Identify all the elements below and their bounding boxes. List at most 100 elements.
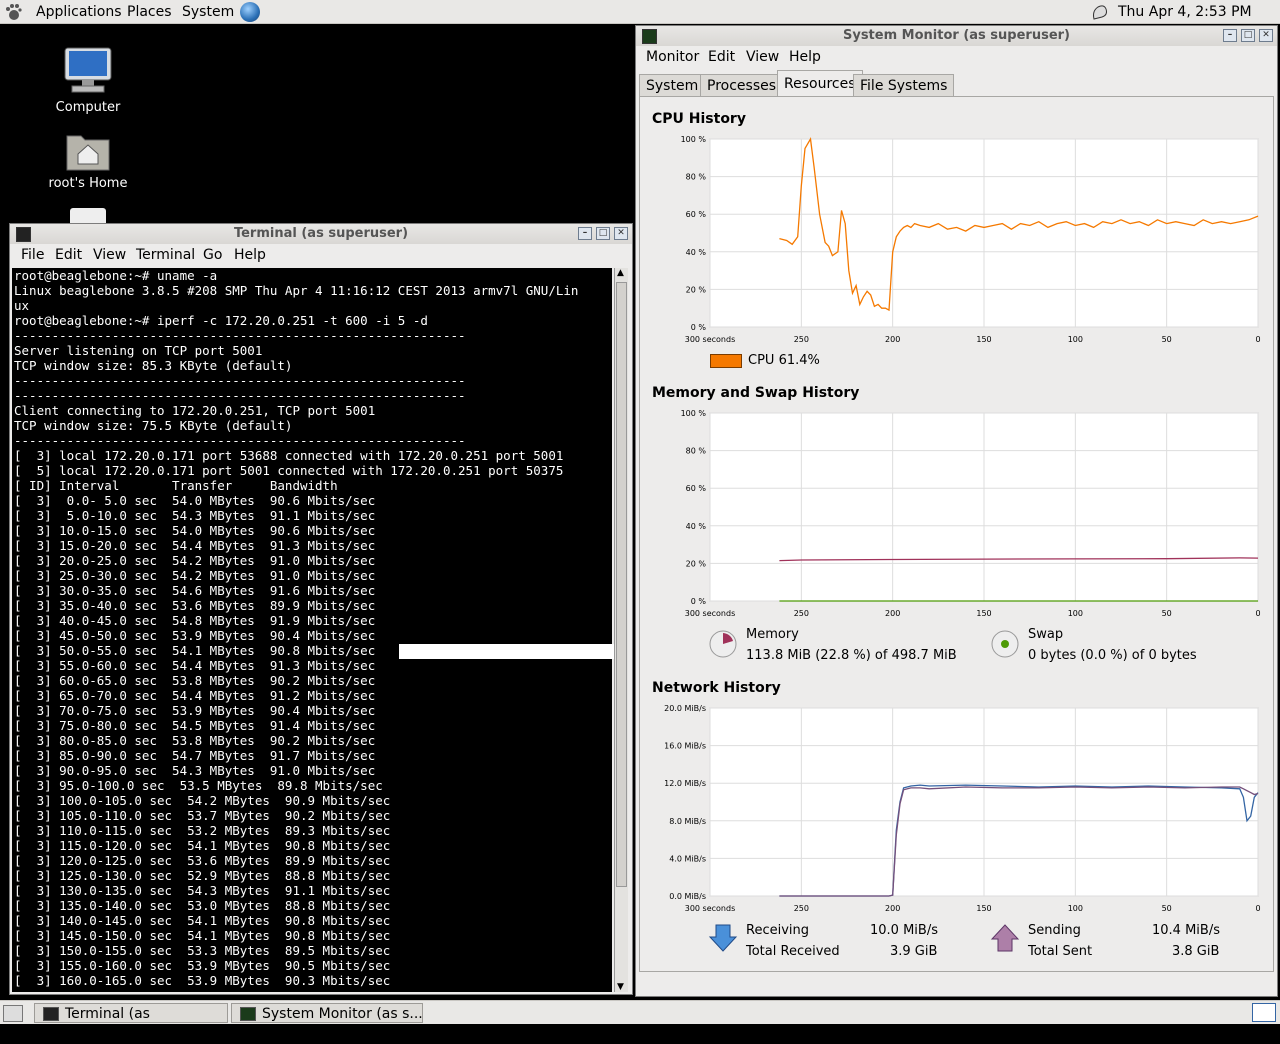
memory-label: Memory [746, 627, 799, 642]
minimize-button[interactable]: – [578, 227, 592, 240]
x-tick-label: 0 [1255, 904, 1260, 913]
desktop-icon-label: Computer [55, 100, 121, 115]
menu-places[interactable]: Places [127, 4, 172, 20]
x-tick-label: 200 [885, 609, 900, 618]
maximize-button[interactable]: □ [596, 227, 610, 240]
menu-edit[interactable]: Edit [708, 49, 735, 65]
tab-system[interactable]: System [639, 74, 706, 96]
web-browser-icon[interactable] [240, 2, 260, 22]
terminal-line: TCP window size: 85.3 KByte (default) [14, 358, 293, 373]
taskbar-terminal[interactable]: Terminal (as superuser) [34, 1003, 228, 1042]
menu-help[interactable]: Help [234, 247, 266, 263]
minimize-button[interactable]: – [1223, 29, 1237, 42]
terminal-window: Terminal (as superuser) – □ ✕ File Edit … [9, 223, 633, 995]
desktop-icon-home[interactable]: root's Home [33, 128, 143, 191]
memory-pie-icon[interactable] [708, 629, 738, 659]
terminal-line: ----------------------------------------… [14, 373, 466, 388]
x-tick-label: 250 [794, 609, 809, 618]
menu-applications[interactable]: Applications [36, 4, 122, 20]
x-tick-label: 300 seconds [685, 609, 736, 618]
cpu-color-swatch[interactable] [710, 354, 742, 368]
terminal-line: [ 3] 60.0-65.0 sec 53.8 MBytes 90.2 Mbit… [14, 673, 376, 688]
terminal-line: Client connecting to 172.20.0.251, TCP p… [14, 403, 376, 418]
x-tick-label: 0 [1255, 609, 1260, 618]
system-monitor-window: System Monitor (as superuser) – □ ✕ Moni… [635, 25, 1278, 997]
terminal-line: [ 3] 70.0-75.0 sec 53.9 MBytes 90.4 Mbit… [14, 703, 376, 718]
show-desktop-icon[interactable] [3, 1005, 23, 1022]
swap-pie-icon[interactable] [990, 629, 1020, 659]
terminal-line: [ 3] 115.0-120.0 sec 54.1 MBytes 90.8 Mb… [14, 838, 391, 853]
tab-file-systems[interactable]: File Systems [853, 74, 955, 96]
x-tick-label: 150 [976, 609, 991, 618]
close-button[interactable]: ✕ [1259, 29, 1273, 42]
y-tick-label: 20 % [686, 285, 707, 294]
scroll-up-arrow-icon[interactable]: ▲ [617, 268, 624, 278]
terminal-output[interactable]: root@beaglebone:~# uname -a Linux beagleb… [12, 268, 612, 992]
tab-processes[interactable]: Processes [700, 74, 784, 96]
menu-edit[interactable]: Edit [55, 247, 82, 263]
terminal-app-icon [16, 227, 31, 242]
cpu-legend: CPU 61.4% [748, 353, 820, 368]
desktop-icon-computer[interactable]: Computer [33, 46, 143, 115]
terminal-scrollbar[interactable]: ▲ ▼ [614, 268, 628, 992]
workspace-switcher[interactable] [1252, 1003, 1276, 1022]
menu-monitor[interactable]: Monitor [646, 49, 699, 65]
terminal-line: [ 3] 80.0-85.0 sec 53.8 MBytes 90.2 Mbit… [14, 733, 376, 748]
terminal-line: [ 3] 55.0-60.0 sec 54.4 MBytes 91.3 Mbit… [14, 658, 376, 673]
close-button[interactable]: ✕ [614, 227, 628, 240]
receiving-arrow-icon[interactable] [708, 923, 738, 953]
terminal-line: [ 3] 15.0-20.0 sec 54.4 MBytes 91.3 Mbit… [14, 538, 376, 553]
terminal-line: [ ID] Interval Transfer Bandwidth [14, 478, 338, 493]
y-tick-label: 12.0 MiB/s [664, 779, 706, 788]
y-tick-label: 20 % [686, 559, 707, 568]
y-tick-label: 60 % [686, 484, 707, 493]
y-tick-label: 60 % [686, 210, 707, 219]
menu-go[interactable]: Go [203, 247, 222, 263]
clock[interactable]: Thu Apr 4, 2:53 PM [1118, 4, 1252, 20]
menu-system[interactable]: System [182, 4, 234, 20]
menu-view[interactable]: View [93, 247, 126, 263]
menu-terminal[interactable]: Terminal [136, 247, 195, 263]
scrollbar-thumb[interactable] [616, 282, 627, 887]
maximize-button[interactable]: □ [1241, 29, 1255, 42]
x-tick-label: 150 [976, 335, 991, 344]
menu-help[interactable]: Help [789, 49, 821, 65]
sysmon-titlebar[interactable]: System Monitor (as superuser) – □ ✕ [636, 26, 1277, 46]
x-tick-label: 50 [1162, 904, 1172, 913]
terminal-line: [ 3] 20.0-25.0 sec 54.2 MBytes 91.0 Mbit… [14, 553, 376, 568]
taskbar-label: Terminal (as superuser) [65, 1006, 150, 1042]
total-received-label: Total Received [746, 944, 840, 959]
x-tick-label: 100 [1068, 335, 1083, 344]
total-received-value: 3.9 GiB [890, 944, 938, 959]
home-folder-icon [66, 135, 110, 171]
terminal-line: [ 5] local 172.20.0.171 port 5001 connec… [14, 463, 564, 478]
menu-file[interactable]: File [21, 247, 44, 263]
terminal-line: [ 3] 105.0-110.0 sec 53.7 MBytes 90.2 Mb… [14, 808, 391, 823]
terminal-line: [ 3] 90.0-95.0 sec 54.3 MBytes 91.0 Mbit… [14, 763, 376, 778]
sysmon-task-icon [240, 1007, 256, 1021]
menu-view[interactable]: View [746, 49, 779, 65]
receiving-label: Receiving [746, 923, 810, 938]
scroll-down-arrow-icon[interactable]: ▼ [617, 982, 624, 992]
top-panel: Applications Places System Thu Apr 4, 2:… [0, 0, 1280, 24]
y-tick-label: 8.0 MiB/s [669, 817, 706, 826]
terminal-line: [ 3] 100.0-105.0 sec 54.2 MBytes 90.9 Mb… [14, 793, 391, 808]
y-tick-label: 100 % [681, 135, 707, 144]
terminal-line: ux [14, 298, 30, 313]
terminal-line: [ 3] 25.0-30.0 sec 54.2 MBytes 91.0 Mbit… [14, 568, 376, 583]
y-tick-label: 40 % [686, 522, 707, 531]
y-tick-label: 16.0 MiB/s [664, 742, 706, 751]
gnome-foot-icon[interactable] [4, 3, 22, 21]
total-sent-value: 3.8 GiB [1172, 944, 1220, 959]
network-history-title: Network History [652, 680, 781, 696]
swap-value: 0 bytes (0.0 %) of 0 bytes [1028, 648, 1197, 663]
tab-resources[interactable]: Resources [777, 70, 863, 97]
sending-arrow-icon[interactable] [990, 923, 1020, 953]
terminal-titlebar[interactable]: Terminal (as superuser) – □ ✕ [10, 224, 632, 244]
text-cursor-highlight [399, 644, 615, 659]
window-title: System Monitor (as superuser) [842, 28, 1070, 43]
taskbar-system-monitor[interactable]: System Monitor (as s... [231, 1003, 423, 1023]
terminal-line: [ 3] 75.0-80.0 sec 54.5 MBytes 91.4 Mbit… [14, 718, 376, 733]
user-switcher-icon[interactable] [1090, 3, 1110, 21]
sysmon-menubar: Monitor Edit View Help [636, 46, 1277, 68]
